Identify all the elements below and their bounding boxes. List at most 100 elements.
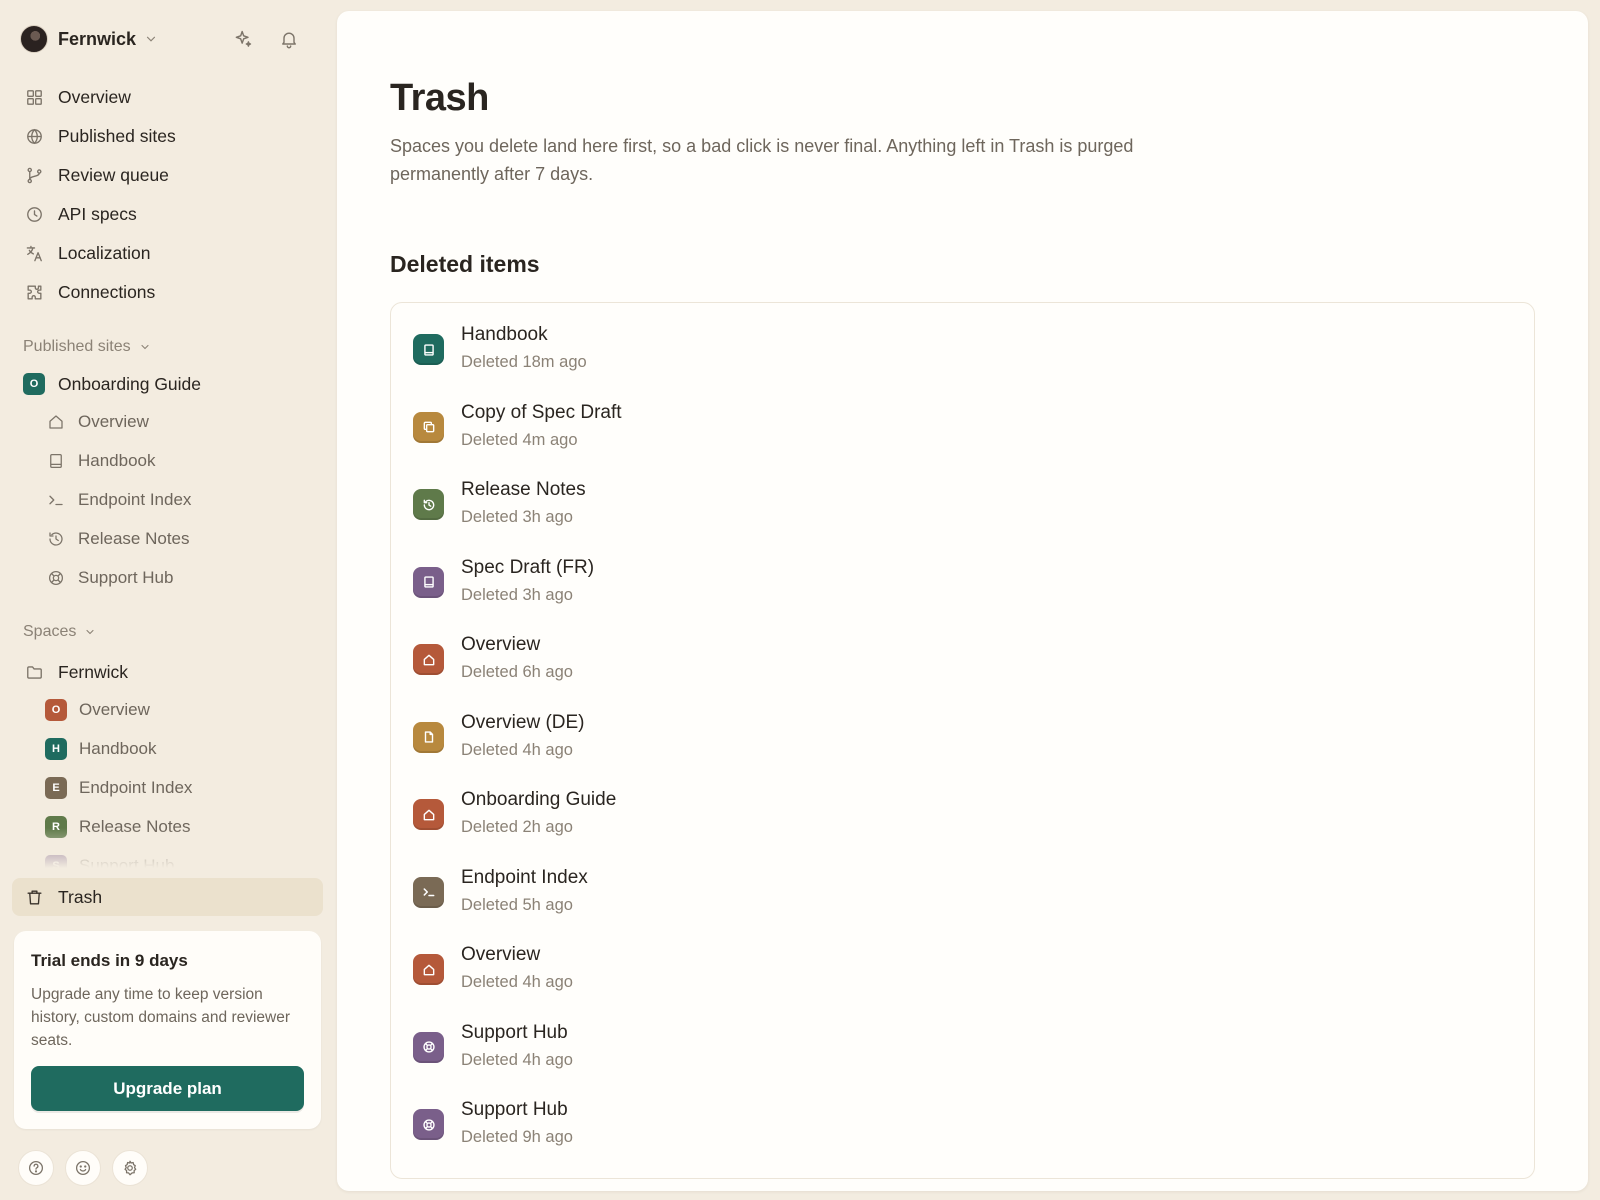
site-page-endpoint-index[interactable]: Endpoint Index [14, 480, 322, 519]
spaces-section-toggle[interactable]: Spaces [23, 623, 96, 641]
home-icon [46, 412, 66, 432]
lifebuoy-icon [413, 1031, 444, 1063]
deleted-item-row[interactable]: Support Hub Deleted 4h ago [413, 1018, 1513, 1078]
nav-item-api-specs[interactable]: API specs [14, 195, 322, 234]
section-title: Deleted items [390, 251, 540, 277]
upgrade-plan-button[interactable]: Upgrade plan [31, 1066, 304, 1111]
deleted-item-row[interactable]: Onboarding Guide Deleted 2h ago [413, 785, 1513, 845]
history-icon [46, 529, 66, 549]
space-item-support-hub[interactable]: S Support Hub [14, 846, 322, 868]
file-icon [413, 721, 444, 753]
site-onboarding-guide[interactable]: O Onboarding Guide [14, 366, 322, 402]
gear-icon[interactable] [112, 1150, 148, 1186]
spaces-tree: Fernwick O Overview H Handbook E Endpoin… [14, 654, 322, 868]
deleted-item-row[interactable]: Endpoint Index Deleted 5h ago [413, 863, 1513, 923]
history-icon [413, 489, 444, 520]
nav-item-published-sites[interactable]: Published sites [14, 117, 322, 156]
space-item-label: Handbook [79, 738, 157, 758]
item-deleted-time: Deleted 5h ago [461, 895, 573, 914]
item-name: Release Notes [461, 479, 586, 500]
lifebuoy-icon [413, 1109, 444, 1140]
site-page-handbook[interactable]: Handbook [14, 441, 322, 480]
deleted-items-list: Handbook Deleted 18m ago Copy of Spec Dr… [390, 302, 1535, 1179]
site-page-label: Handbook [78, 450, 156, 470]
home-icon [413, 954, 444, 985]
nav-item-label: API specs [58, 204, 137, 224]
item-name: Copy of Spec Draft [461, 401, 622, 423]
puzzle-icon [24, 283, 44, 303]
deleted-item-row[interactable]: Overview Deleted 6h ago [413, 630, 1513, 690]
main-panel: Trash Spaces you delete land here first,… [337, 11, 1588, 1191]
deleted-item-row[interactable]: Overview (DE) Deleted 4h ago [413, 708, 1513, 768]
item-deleted-time: Deleted 18m ago [461, 353, 587, 371]
sparkle-icon[interactable] [230, 26, 256, 52]
space-badge: O [45, 698, 67, 721]
sidebar: Fernwick Overview Published sites Review… [0, 0, 336, 1200]
deleted-item-row[interactable]: Support Hub Deleted 9h ago [413, 1095, 1513, 1155]
item-name: Overview [461, 944, 541, 965]
site-name: Onboarding Guide [58, 373, 202, 394]
item-name: Handbook [461, 324, 548, 345]
item-deleted-time: Deleted 4h ago [461, 973, 573, 991]
avatar[interactable] [20, 25, 48, 53]
nav-item-overview[interactable]: Overview [14, 78, 322, 117]
space-item-handbook[interactable]: H Handbook [14, 729, 322, 768]
sidebar-footer [18, 1150, 148, 1186]
trash-icon [24, 887, 44, 907]
space-item-release-notes[interactable]: R Release Notes [14, 807, 322, 846]
deleted-item-row[interactable]: Overview Deleted 4h ago [413, 940, 1513, 1000]
nav-item-connections[interactable]: Connections [14, 273, 322, 312]
smile-icon[interactable] [65, 1150, 101, 1186]
nav-item-label: Connections [58, 282, 156, 302]
item-name: Endpoint Index [461, 866, 588, 888]
section-label: Spaces [23, 623, 77, 640]
item-deleted-time: Deleted 4h ago [461, 740, 573, 759]
nav-item-label: Overview [58, 87, 131, 107]
site-page-overview[interactable]: Overview [14, 402, 322, 441]
lifebuoy-icon [46, 568, 66, 588]
item-deleted-time: Deleted 3h ago [461, 508, 573, 526]
item-deleted-time: Deleted 6h ago [461, 663, 573, 681]
space-item-label: Support Hub [79, 855, 175, 869]
space-item-label: Endpoint Index [79, 777, 193, 797]
published-sites-section-toggle[interactable]: Published sites [23, 338, 151, 356]
space-badge: H [45, 737, 67, 760]
deleted-item-row[interactable]: Copy of Spec Draft Deleted 4m ago [413, 398, 1513, 458]
help-icon[interactable] [18, 1150, 54, 1186]
page-description: Spaces you delete land here first, so a … [390, 136, 1134, 184]
deleted-item-row[interactable]: Spec Draft (FR) Deleted 3h ago [413, 553, 1513, 613]
item-deleted-time: Deleted 4h ago [461, 1050, 573, 1069]
workspace-name: Fernwick [58, 28, 137, 49]
trial-text: Upgrade any time to keep version history… [31, 986, 291, 1049]
trial-card: Trial ends in 9 days Upgrade any time to… [14, 931, 321, 1129]
git-branch-icon [24, 166, 44, 186]
nav-item-review-queue[interactable]: Review queue [14, 156, 322, 195]
published-site-tree: O Onboarding Guide Overview Handbook End… [14, 366, 322, 597]
item-deleted-time: Deleted 3h ago [461, 585, 573, 604]
item-name: Spec Draft (FR) [461, 556, 595, 578]
nav-item-label: Trash [58, 886, 103, 907]
home-icon [413, 644, 444, 675]
nav-item-localization[interactable]: Localization [14, 234, 322, 273]
nav-item-trash[interactable]: Trash [12, 878, 323, 916]
item-deleted-time: Deleted 4m ago [461, 430, 578, 449]
section-label: Published sites [23, 338, 131, 355]
bell-icon[interactable] [276, 26, 302, 52]
item-deleted-time: Deleted 9h ago [461, 1128, 573, 1146]
space-badge: S [45, 854, 67, 868]
chevron-down-icon [144, 32, 158, 46]
space-item-endpoint-index[interactable]: E Endpoint Index [14, 768, 322, 807]
site-page-support-hub[interactable]: Support Hub [14, 558, 322, 597]
copy-icon [413, 411, 444, 443]
terminal-icon [413, 876, 444, 908]
deleted-item-row[interactable]: Handbook Deleted 18m ago [413, 320, 1513, 380]
folder-fernwick[interactable]: Fernwick [14, 654, 322, 690]
grid-icon [24, 88, 44, 108]
space-item-label: Release Notes [79, 816, 191, 836]
folder-icon [23, 661, 45, 683]
workspace-switcher[interactable]: Fernwick [20, 24, 316, 54]
site-page-release-notes[interactable]: Release Notes [14, 519, 322, 558]
space-item-overview[interactable]: O Overview [14, 690, 322, 729]
book-icon [46, 451, 66, 471]
deleted-item-row[interactable]: Release Notes Deleted 3h ago [413, 475, 1513, 535]
